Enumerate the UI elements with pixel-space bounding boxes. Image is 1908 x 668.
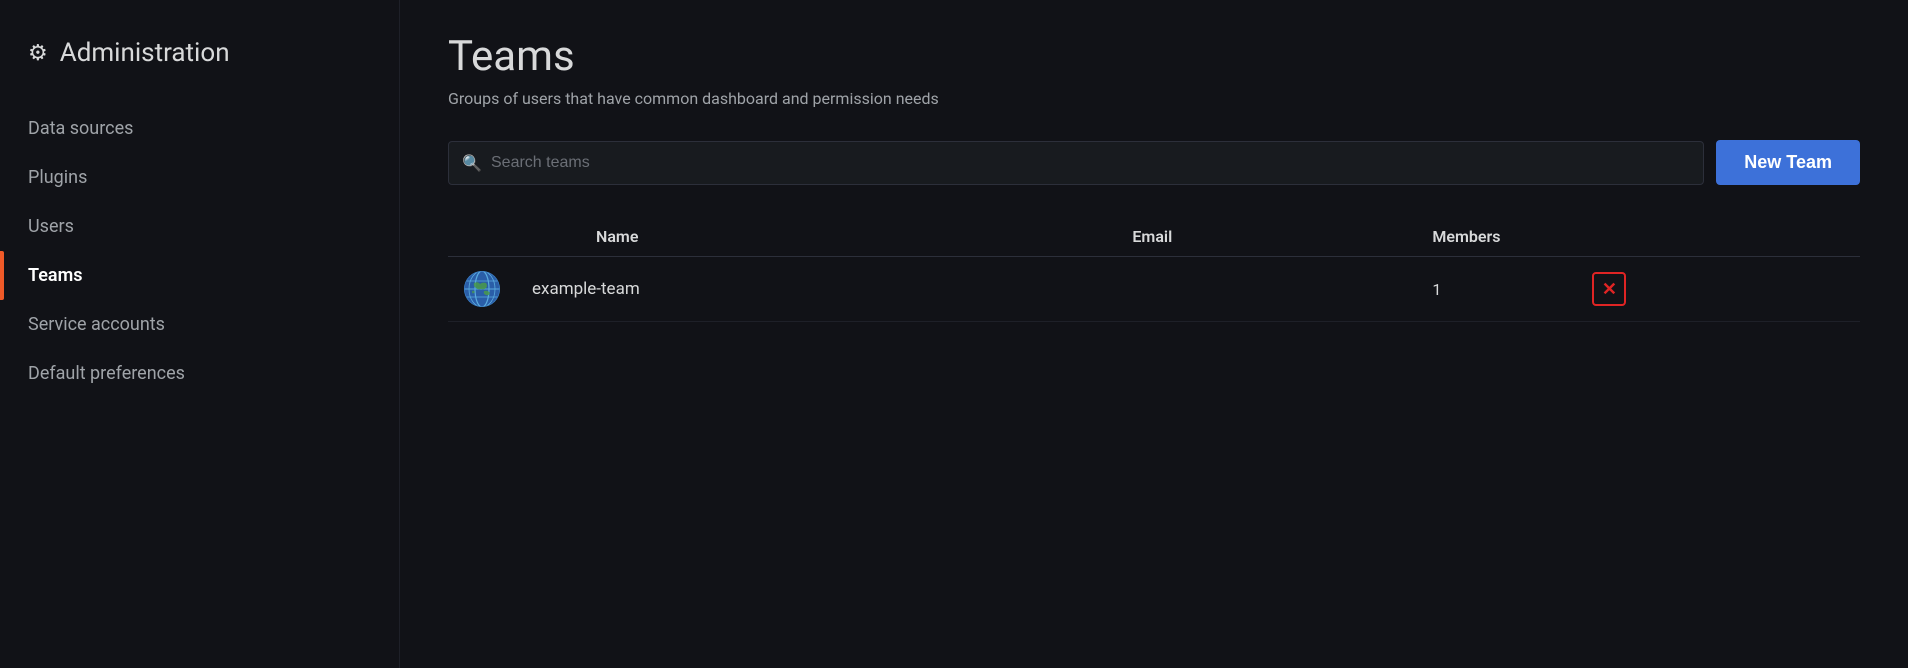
globe-avatar-svg xyxy=(464,271,500,307)
sidebar-item-plugins[interactable]: Plugins xyxy=(0,153,399,202)
team-members-cell: 1 xyxy=(1416,257,1576,322)
delete-team-button[interactable]: ✕ xyxy=(1592,272,1626,306)
col-header-email: Email xyxy=(1116,217,1416,257)
search-row: 🔍 New Team xyxy=(448,140,1860,185)
sidebar-title: Administration xyxy=(60,38,230,68)
sidebar-nav: Data sources Plugins Users Teams Service… xyxy=(0,104,399,398)
sidebar-item-default-preferences[interactable]: Default preferences xyxy=(0,349,399,398)
search-input[interactable] xyxy=(448,141,1704,185)
col-header-actions xyxy=(1576,217,1860,257)
team-name-cell[interactable]: example-team xyxy=(516,257,1116,322)
sidebar-header: ⚙ Administration xyxy=(0,20,399,104)
team-avatar-cell xyxy=(448,257,516,322)
search-wrapper: 🔍 xyxy=(448,141,1704,185)
team-avatar xyxy=(464,271,500,307)
team-delete-cell: ✕ xyxy=(1576,257,1860,322)
col-header-name: Name xyxy=(516,217,1116,257)
table-header-row: Name Email Members xyxy=(448,217,1860,257)
sidebar: ⚙ Administration Data sources Plugins Us… xyxy=(0,0,400,668)
main-content: Teams Groups of users that have common d… xyxy=(400,0,1908,668)
sidebar-item-users[interactable]: Users xyxy=(0,202,399,251)
teams-table: Name Email Members xyxy=(448,217,1860,322)
team-email-cell xyxy=(1116,257,1416,322)
table-row: example-team 1 ✕ xyxy=(448,257,1860,322)
gear-icon: ⚙ xyxy=(28,41,48,66)
page-title: Teams xyxy=(448,32,1860,81)
col-header-members: Members xyxy=(1416,217,1576,257)
new-team-button[interactable]: New Team xyxy=(1716,140,1860,185)
page-subtitle: Groups of users that have common dashboa… xyxy=(448,89,1860,108)
sidebar-item-teams[interactable]: Teams xyxy=(0,251,399,300)
sidebar-item-service-accounts[interactable]: Service accounts xyxy=(0,300,399,349)
search-icon: 🔍 xyxy=(462,153,482,172)
col-header-avatar xyxy=(448,217,516,257)
sidebar-item-data-sources[interactable]: Data sources xyxy=(0,104,399,153)
